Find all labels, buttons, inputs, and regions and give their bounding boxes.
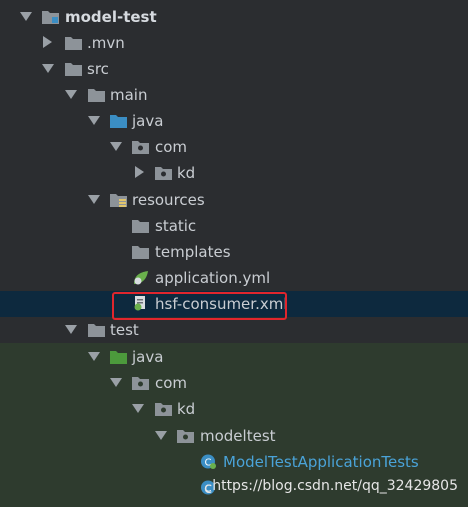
tree-item-label: .mvn [87,34,125,52]
source-folder-icon [110,113,127,128]
tree-item-label: static [155,217,197,235]
chevron-down-icon[interactable] [42,64,54,73]
tree-item-application-yml[interactable]: application.yml [0,265,468,291]
project-tree: model-test .mvn src main java com kd res… [0,0,468,507]
tree-item-label: templates [155,243,231,261]
package-icon [132,139,149,154]
tree-item-label: com [155,374,188,392]
package-icon [155,401,172,416]
chevron-down-icon[interactable] [110,142,122,151]
folder-icon [132,244,149,259]
chevron-right-icon[interactable] [43,36,52,48]
tree-item-label: java [132,348,164,366]
chevron-down-icon[interactable] [110,378,122,387]
watermark: https://blog.csdn.net/qq_32429805 [212,478,458,494]
tree-item-main[interactable]: main [0,82,468,108]
tree-item-label: kd [177,164,196,182]
highlight-box [112,292,287,320]
tree-item-model-test-application-tests[interactable]: C ModelTestApplicationTests [0,449,468,475]
folder-icon [65,61,82,76]
chevron-down-icon[interactable] [155,431,167,440]
tree-item-label: kd [177,400,196,418]
tree-item-label: com [155,138,188,156]
test-class-icon: C [200,454,217,469]
tree-item-test-kd[interactable]: kd [0,396,468,422]
tree-item-main-com[interactable]: com [0,134,468,160]
tree-item-label: src [87,60,109,78]
tree-item-label: application.yml [155,269,271,287]
module-folder-icon [42,9,59,24]
folder-icon [132,218,149,233]
tree-item-test-java[interactable]: java [0,344,468,370]
tree-item-modeltest[interactable]: modeltest [0,423,468,449]
tree-item-static[interactable]: static [0,213,468,239]
tree-item-main-kd[interactable]: kd [0,160,468,186]
resources-folder-icon [110,192,127,207]
chevron-down-icon[interactable] [88,352,100,361]
tree-item-label: c [204,479,213,497]
tree-item-main-java[interactable]: java [0,108,468,134]
tree-item-model-test[interactable]: model-test [0,4,468,30]
tree-item-label: java [132,112,164,130]
folder-icon [88,322,105,337]
tree-item-templates[interactable]: templates [0,239,468,265]
tree-item-test-com[interactable]: com [0,370,468,396]
tree-item-src[interactable]: src [0,56,468,82]
tree-item-label: ModelTestApplicationTests [223,453,419,471]
test-source-folder-icon [110,349,127,364]
tree-item-label: modeltest [200,427,276,445]
tree-item-resources[interactable]: resources [0,187,468,213]
chevron-down-icon[interactable] [65,90,77,99]
chevron-down-icon[interactable] [65,325,77,334]
chevron-down-icon[interactable] [132,404,144,413]
project-name: model-test [65,8,157,26]
package-icon [177,428,194,443]
chevron-down-icon[interactable] [20,12,32,21]
spring-config-icon [132,270,149,285]
chevron-down-icon[interactable] [88,116,100,125]
tree-item-test[interactable]: test [0,317,468,343]
tree-item-label: resources [132,191,205,209]
folder-icon [65,35,82,50]
tree-item-label: main [110,86,148,104]
chevron-right-icon[interactable] [135,166,144,178]
tree-item-label: test [110,321,139,339]
tree-item-mvn[interactable]: .mvn [0,30,468,56]
package-icon [155,165,172,180]
chevron-down-icon[interactable] [88,195,100,204]
package-icon [132,375,149,390]
folder-icon [88,87,105,102]
